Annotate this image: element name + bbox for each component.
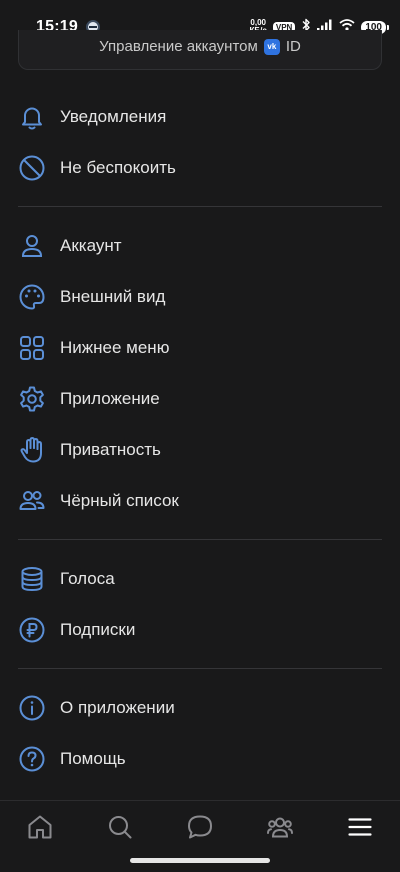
menu-divider [18, 206, 382, 207]
menu-item-label: Приложение [60, 388, 160, 408]
info-icon [18, 694, 46, 722]
nav-menu[interactable] [340, 813, 380, 845]
menu-item-subscriptions[interactable]: Подписки [0, 604, 400, 655]
ruble-icon [18, 616, 46, 644]
vk-logo-icon: vk [263, 38, 280, 55]
hand-icon [18, 436, 46, 464]
users-icon [18, 487, 46, 515]
home-indicator[interactable] [130, 858, 270, 863]
menu-item-bottom-menu[interactable]: Нижнее меню [0, 322, 400, 373]
palette-icon [18, 283, 46, 311]
do-not-disturb-icon [18, 154, 46, 182]
nav-messages[interactable] [180, 813, 220, 845]
menu-item-blacklist[interactable]: Чёрный список [0, 475, 400, 526]
menu-divider [18, 539, 382, 540]
help-icon [18, 745, 46, 773]
account-management-label: Управление аккаунтом [99, 38, 258, 55]
menu-item-label: Нижнее меню [60, 337, 170, 357]
nav-friends[interactable] [260, 813, 300, 845]
menu-divider [18, 668, 382, 669]
gear-icon [18, 385, 46, 413]
search-icon [106, 813, 134, 846]
menu-item-appearance[interactable]: Внешний вид [0, 271, 400, 322]
menu-item-do-not-disturb[interactable]: Не беспокоить [0, 142, 400, 193]
vk-id-text: ID [285, 38, 301, 55]
home-icon [26, 813, 54, 846]
menu-item-label: О приложении [60, 697, 175, 717]
menu-item-label: Приватность [60, 439, 161, 459]
nav-search[interactable] [100, 813, 140, 845]
menu-item-about[interactable]: О приложении [0, 682, 400, 733]
menu-item-account[interactable]: Аккаунт [0, 220, 400, 271]
menu-item-notifications[interactable]: Уведомления [0, 91, 400, 142]
nav-home[interactable] [20, 813, 60, 845]
chat-icon [186, 813, 214, 846]
menu-item-privacy[interactable]: Приватность [0, 424, 400, 475]
user-icon [18, 232, 46, 260]
friends-icon [266, 813, 294, 846]
menu-icon [346, 813, 374, 846]
menu-item-label: Не беспокоить [60, 157, 176, 177]
coins-icon [18, 565, 46, 593]
grid-icon [18, 334, 46, 362]
account-management-card[interactable]: Управление аккаунтом vk ID [18, 30, 382, 70]
menu-item-votes[interactable]: Голоса [0, 553, 400, 604]
menu-item-label: Помощь [60, 748, 126, 768]
menu-item-label: Голоса [60, 568, 115, 588]
menu-item-label: Чёрный список [60, 490, 179, 510]
menu-item-help[interactable]: Помощь [0, 733, 400, 784]
menu-item-application[interactable]: Приложение [0, 373, 400, 424]
menu-item-label: Подписки [60, 619, 136, 639]
menu-item-label: Аккаунт [60, 235, 122, 255]
bell-icon [18, 103, 46, 131]
menu-item-label: Уведомления [60, 106, 167, 126]
menu-item-label: Внешний вид [60, 286, 166, 306]
